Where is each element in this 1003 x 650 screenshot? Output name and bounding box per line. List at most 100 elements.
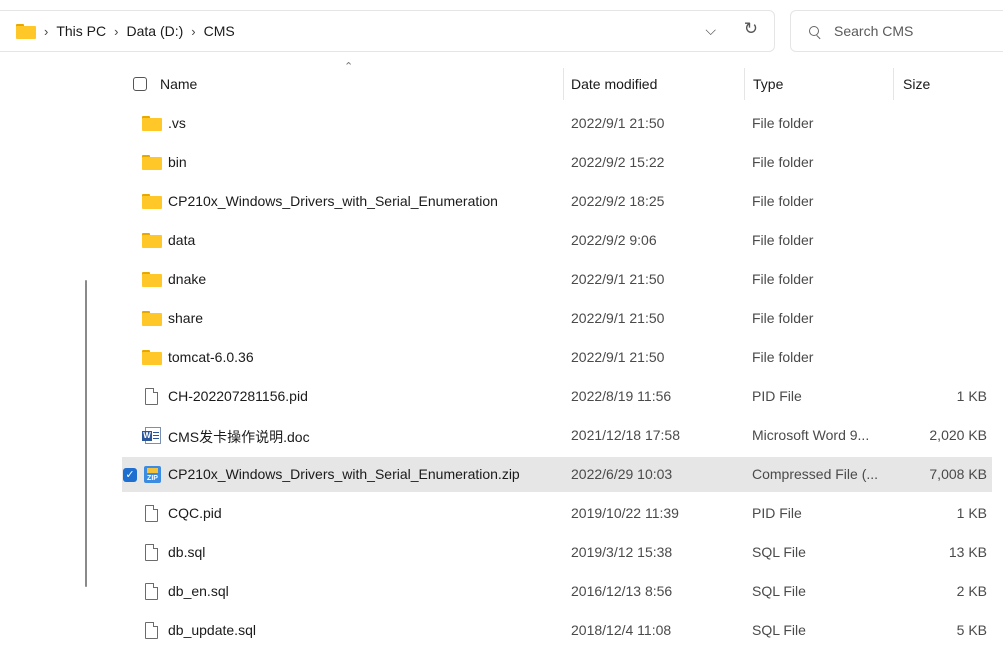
file-row[interactable]: db_en.sql 2016/12/13 8:56 SQL File 2 KB xyxy=(120,572,1003,611)
zip-icon: ZIP xyxy=(142,466,162,483)
file-type: File folder xyxy=(752,232,814,248)
file-row[interactable]: db.sql 2019/3/12 15:38 SQL File 13 KB xyxy=(120,533,1003,572)
file-type: Compressed File (... xyxy=(752,466,879,482)
column-name[interactable]: Name xyxy=(160,76,197,92)
breadcrumb-this-pc[interactable]: This PC xyxy=(56,23,106,39)
folder-icon xyxy=(142,154,162,170)
file-type: File folder xyxy=(752,154,814,170)
column-size[interactable]: Size xyxy=(903,76,930,92)
file-type: SQL File xyxy=(752,544,806,560)
file-row[interactable]: CQC.pid 2019/10/22 11:39 PID File 1 KB xyxy=(120,494,1003,533)
chevron-down-icon[interactable]: ⌵ xyxy=(705,22,716,39)
file-name[interactable]: CQC.pid xyxy=(168,505,222,521)
file-name[interactable]: db.sql xyxy=(168,544,205,560)
file-type: File folder xyxy=(752,115,814,131)
file-name[interactable]: bin xyxy=(168,154,187,170)
breadcrumb-cms[interactable]: CMS xyxy=(204,23,235,39)
file-list: .vs 2022/9/1 21:50 File folder bin 2022/9/2 … xyxy=(120,104,1003,650)
file-type: PID File xyxy=(752,505,802,521)
file-row[interactable]: data 2022/9/2 9:06 File folder xyxy=(120,221,1003,260)
column-divider[interactable] xyxy=(744,68,745,100)
breadcrumb-separator[interactable]: › xyxy=(114,24,118,39)
file-icon xyxy=(142,544,162,561)
file-date-modified: 2022/9/2 9:06 xyxy=(571,232,657,248)
file-name[interactable]: data xyxy=(168,232,195,248)
file-row[interactable]: db_update.sql 2018/12/4 11:08 SQL File 5 KB xyxy=(120,611,1003,650)
file-icon xyxy=(142,622,162,639)
file-row[interactable]: share 2022/9/1 21:50 File folder xyxy=(120,299,1003,338)
file-type: SQL File xyxy=(752,583,806,599)
file-row[interactable]: bin 2022/9/2 15:22 File folder xyxy=(120,143,1003,182)
file-row[interactable]: W CMS发卡操作说明.doc 2021/12/18 17:58 Microsoft … xyxy=(120,416,1003,455)
file-name[interactable]: CP210x_Windows_Drivers_with_Serial_Enume… xyxy=(168,466,520,482)
refresh-icon[interactable]: ↻ xyxy=(744,19,758,39)
search-input[interactable]: Search CMS xyxy=(790,10,1003,52)
folder-icon xyxy=(16,23,36,39)
file-size: 5 KB xyxy=(956,622,987,638)
file-date-modified: 2022/9/2 18:25 xyxy=(571,193,665,209)
file-name[interactable]: CP210x_Windows_Drivers_with_Serial_Enume… xyxy=(168,193,498,209)
file-type: File folder xyxy=(752,271,814,287)
file-icon xyxy=(142,388,162,405)
file-name[interactable]: db_update.sql xyxy=(168,622,256,638)
file-row[interactable]: dnake 2022/9/1 21:50 File folder xyxy=(120,260,1003,299)
file-size: 2,020 KB xyxy=(929,427,987,443)
file-date-modified: 2019/10/22 11:39 xyxy=(571,505,679,521)
column-header: Name ⌃ Date modified Type Size xyxy=(120,61,1003,106)
folder-icon xyxy=(142,310,162,326)
file-type: Microsoft Word 9... xyxy=(752,427,870,443)
file-date-modified: 2018/12/4 11:08 xyxy=(571,622,672,638)
file-icon xyxy=(142,583,162,600)
folder-icon xyxy=(142,271,162,287)
file-row[interactable]: CH-202207281156.pid 2022/8/19 11:56 PID Fi… xyxy=(120,377,1003,416)
file-type: PID File xyxy=(752,388,802,404)
breadcrumb-separator[interactable]: › xyxy=(191,24,195,39)
folder-icon xyxy=(142,349,162,365)
file-size: 7,008 KB xyxy=(929,466,987,482)
row-checkbox[interactable]: ✓ xyxy=(123,468,137,482)
file-name[interactable]: tomcat-6.0.36 xyxy=(168,349,254,365)
column-divider[interactable] xyxy=(563,68,564,100)
file-date-modified: 2022/6/29 10:03 xyxy=(571,466,673,482)
file-type: File folder xyxy=(752,349,814,365)
word-doc-icon: W xyxy=(142,427,162,444)
file-name[interactable]: CH-202207281156.pid xyxy=(168,388,308,404)
file-row[interactable]: .vs 2022/9/1 21:50 File folder xyxy=(120,104,1003,143)
file-date-modified: 2022/9/1 21:50 xyxy=(571,310,665,326)
file-row[interactable]: tomcat-6.0.36 2022/9/1 21:50 File folder xyxy=(120,338,1003,377)
address-bar[interactable]: › This PC › Data (D:) › CMS ⌵ ↻ xyxy=(0,10,775,52)
folder-icon xyxy=(142,115,162,131)
file-date-modified: 2022/9/1 21:50 xyxy=(571,349,665,365)
file-date-modified: 2021/12/18 17:58 xyxy=(571,427,680,443)
column-type[interactable]: Type xyxy=(753,76,783,92)
file-size: 2 KB xyxy=(956,583,987,599)
file-name[interactable]: .vs xyxy=(168,115,186,131)
file-date-modified: 2019/3/12 15:38 xyxy=(571,544,673,560)
navigation-scrollbar[interactable] xyxy=(85,280,87,587)
file-name[interactable]: dnake xyxy=(168,271,206,287)
file-size: 1 KB xyxy=(956,388,987,404)
file-date-modified: 2016/12/13 8:56 xyxy=(571,583,673,599)
file-icon xyxy=(142,505,162,522)
file-date-modified: 2022/9/1 21:50 xyxy=(571,115,665,131)
column-divider[interactable] xyxy=(893,68,894,100)
folder-icon xyxy=(142,232,162,248)
file-date-modified: 2022/9/2 15:22 xyxy=(571,154,665,170)
file-date-modified: 2022/9/1 21:50 xyxy=(571,271,665,287)
file-name[interactable]: db_en.sql xyxy=(168,583,229,599)
file-size: 13 KB xyxy=(948,544,987,560)
breadcrumb-data-drive[interactable]: Data (D:) xyxy=(126,23,183,39)
column-date-modified[interactable]: Date modified xyxy=(571,76,657,92)
breadcrumb-separator: › xyxy=(44,23,49,39)
file-name[interactable]: share xyxy=(168,310,203,326)
file-name[interactable]: CMS发卡操作说明.doc xyxy=(168,427,310,447)
file-type: File folder xyxy=(752,310,814,326)
folder-icon xyxy=(142,193,162,209)
file-row[interactable]: ✓ ZIP CP210x_Windows_Drivers_with_Serial_E… xyxy=(120,455,1003,494)
file-size: 1 KB xyxy=(956,505,987,521)
select-all-checkbox[interactable] xyxy=(133,77,147,91)
search-icon xyxy=(809,25,821,39)
file-type: File folder xyxy=(752,193,814,209)
file-type: SQL File xyxy=(752,622,806,638)
file-row[interactable]: CP210x_Windows_Drivers_with_Serial_Enume… xyxy=(120,182,1003,221)
